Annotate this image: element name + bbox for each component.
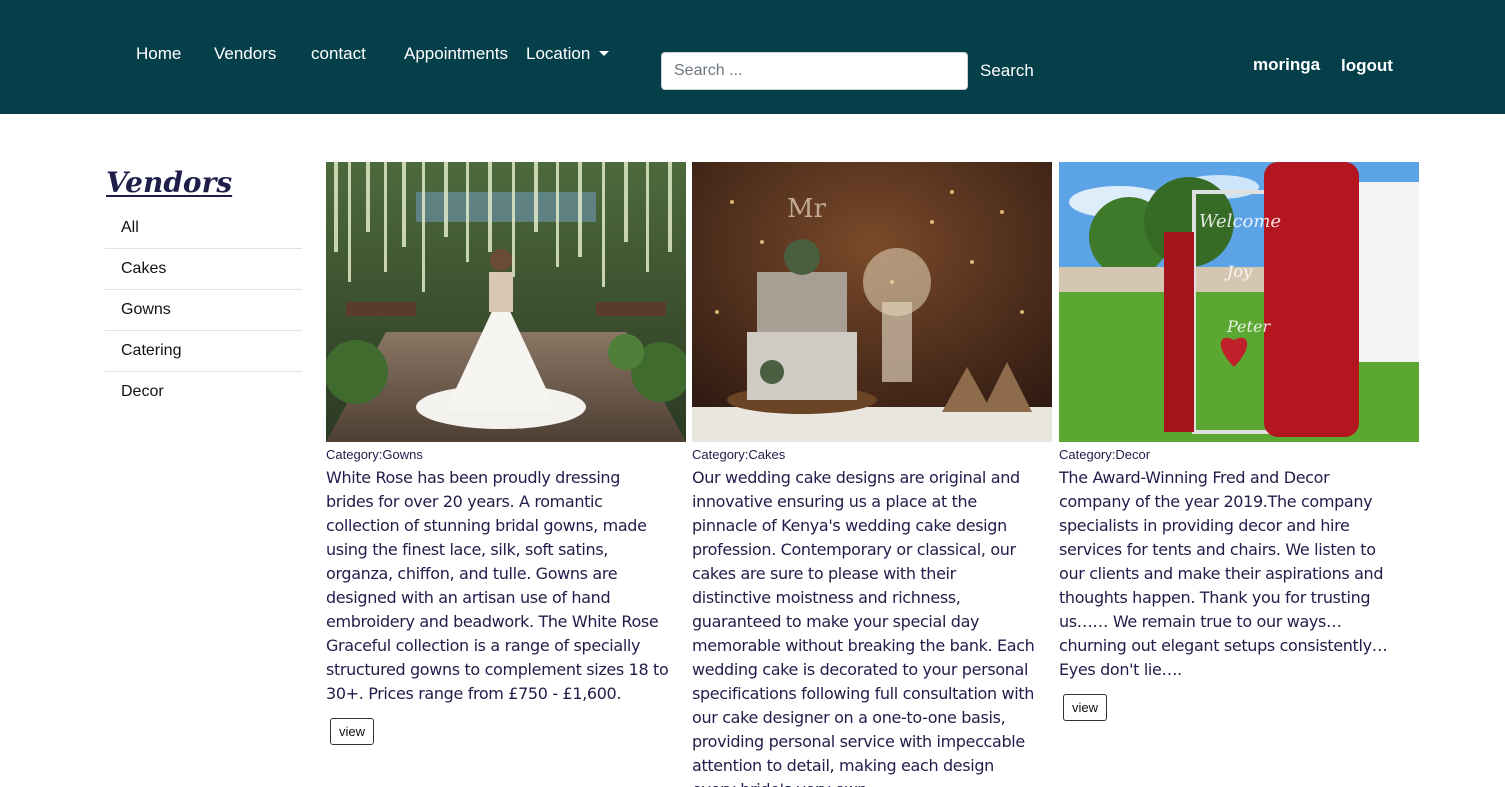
username-link[interactable]: moringa bbox=[1253, 55, 1320, 75]
sidebar-item-cakes[interactable]: Cakes bbox=[105, 249, 302, 290]
svg-text:Mr: Mr bbox=[787, 194, 827, 224]
view-button[interactable]: view bbox=[330, 718, 375, 745]
caret-down-icon bbox=[599, 51, 610, 56]
card-category-label: Category:Gowns bbox=[326, 447, 423, 462]
nav-home-link[interactable]: Home bbox=[136, 44, 181, 64]
nav-vendors-link[interactable]: Vendors bbox=[214, 44, 276, 64]
svg-text:Joy: Joy bbox=[1224, 262, 1253, 281]
bridal-gown-image bbox=[326, 162, 686, 442]
card-category-label: Category:Cakes bbox=[692, 447, 786, 462]
vendor-card-gowns: Category:Gowns White Rose has been proud… bbox=[326, 162, 686, 745]
nav-location-dropdown[interactable]: Location bbox=[526, 44, 610, 64]
svg-text:Peter: Peter bbox=[1226, 317, 1271, 336]
location-label: Location bbox=[526, 44, 591, 63]
card-description: The Award-Winning Fred and Decor company… bbox=[1059, 468, 1388, 679]
search-button[interactable]: Search bbox=[968, 52, 1046, 90]
card-category-label: Category:Decor bbox=[1059, 447, 1151, 462]
wedding-cake-image: Mr bbox=[692, 162, 1052, 442]
vendor-card-cakes: Mr Category:Cakes Our wedding cake desig… bbox=[692, 162, 1052, 787]
logout-link[interactable]: logout bbox=[1341, 56, 1393, 76]
nav-appointments-link[interactable]: Appointments bbox=[404, 44, 508, 64]
vendor-card-decor: Welcome Joy Peter Category:Decor The Awa… bbox=[1059, 162, 1419, 721]
search-input[interactable] bbox=[661, 52, 968, 90]
vendor-category-list: All Cakes Gowns Catering Decor bbox=[105, 208, 302, 413]
sidebar-item-catering[interactable]: Catering bbox=[105, 331, 302, 372]
top-navbar: Home Vendors contact Appointments Locati… bbox=[0, 0, 1505, 114]
sidebar-title: Vendors bbox=[106, 166, 233, 199]
svg-text:Welcome: Welcome bbox=[1199, 211, 1281, 232]
nav-contact-link[interactable]: contact bbox=[311, 44, 366, 64]
sidebar-item-gowns[interactable]: Gowns bbox=[105, 290, 302, 331]
decor-setup-image: Welcome Joy Peter bbox=[1059, 162, 1419, 442]
card-description: Our wedding cake designs are original an… bbox=[692, 468, 1035, 787]
view-button[interactable]: view bbox=[1063, 694, 1108, 721]
card-description: White Rose has been proudly dressing bri… bbox=[326, 468, 669, 703]
sidebar-item-decor[interactable]: Decor bbox=[105, 372, 302, 413]
sidebar-item-all[interactable]: All bbox=[105, 208, 302, 249]
